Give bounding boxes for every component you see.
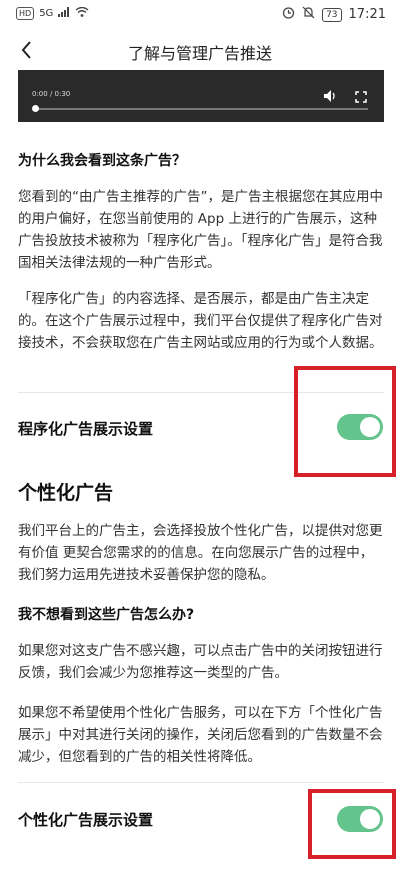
battery-icon: 73 (322, 7, 342, 22)
paragraph-why-1: 您看到的“由广告主推荐的广告”，是广告主根据您在其应用中的用户偏好，在您当前使用… (18, 189, 383, 271)
signal-label: 5G (39, 8, 54, 19)
wifi-icon (75, 6, 89, 20)
fullscreen-icon[interactable] (355, 88, 367, 107)
hd-badge: HD (16, 7, 35, 20)
status-bar: HD 5G 73 17:21 (0, 0, 400, 30)
paragraph-personalized-3: 如果您不希望使用个性化广告服务，可以在下方「个性化广告展示」中对其进行关闭的操作… (18, 705, 383, 765)
paragraph-why-2: 「程序化广告」的内容选择、是否展示，都是由广告主决定的。在这个广告展示过程中，我… (18, 291, 383, 351)
paragraph-personalized-1: 我们平台上的广告主，会选择投放个性化广告，以提供对您更有价值 更契合您需求的的信… (18, 523, 383, 583)
section-heading-why: 为什么我会看到这条广告？ (18, 153, 186, 169)
video-time: 0:00 / 0:30 (32, 90, 71, 98)
setting-label-personalized: 个性化广告展示设置 (18, 811, 154, 829)
divider (18, 782, 384, 783)
clock: 17:21 (348, 7, 386, 22)
highlight-box (308, 789, 396, 859)
signal-bars-icon (58, 7, 70, 20)
section-heading-opt-out: 我不想看到这些广告怎么办? (18, 607, 195, 623)
video-player[interactable]: 0:00 / 0:30 (18, 70, 384, 122)
header: 了解与管理广告推送 (0, 30, 400, 70)
paragraph-personalized-2: 如果您对这支广告不感兴趣，可以点击广告中的关闭按钮进行反馈，我们会减少为您推荐这… (18, 643, 383, 681)
setting-label-programmatic: 程序化广告展示设置 (18, 420, 154, 438)
progress-thumb[interactable] (32, 105, 39, 112)
mute-bell-icon (302, 6, 315, 23)
alarm-icon (282, 6, 295, 23)
volume-icon[interactable] (323, 88, 337, 107)
progress-track[interactable] (36, 108, 368, 110)
section-title-personalized: 个性化广告 (18, 482, 114, 504)
highlight-box (294, 366, 396, 477)
page-title: 了解与管理广告推送 (127, 44, 272, 63)
